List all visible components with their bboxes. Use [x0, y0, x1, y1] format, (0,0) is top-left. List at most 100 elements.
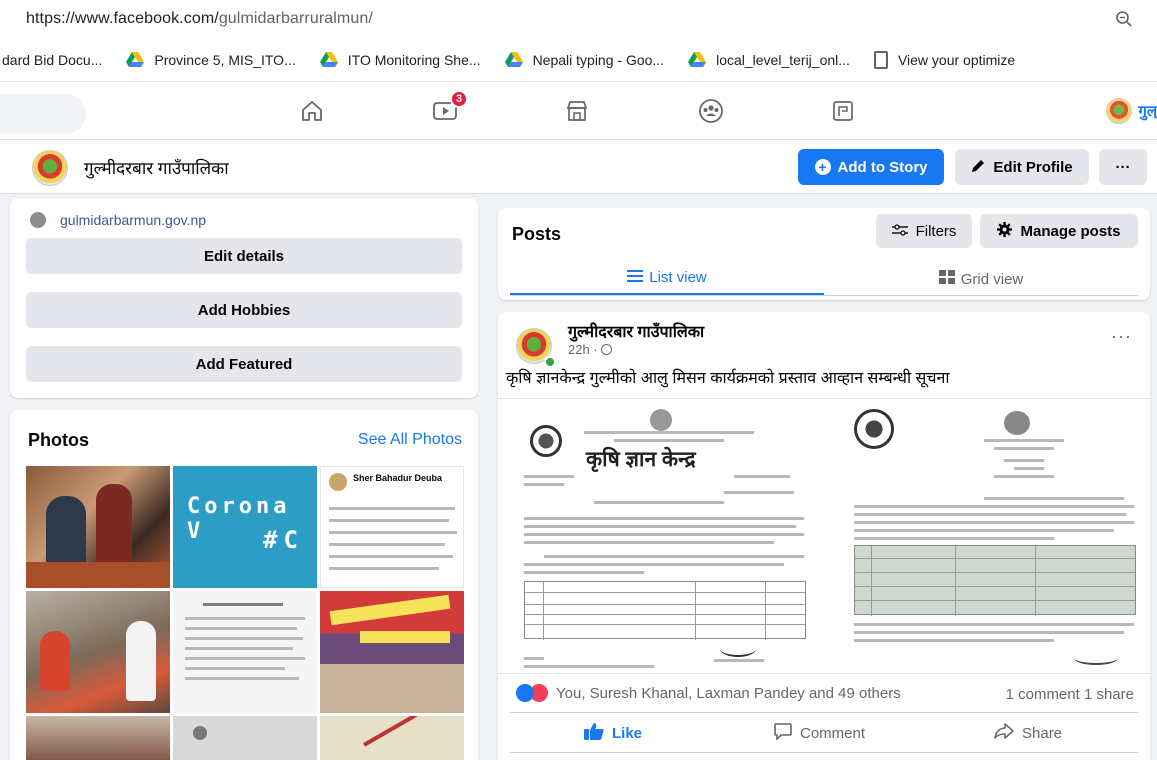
document-icon	[873, 50, 888, 69]
share-button[interactable]: Share	[994, 722, 1062, 744]
photo-thumbnail[interactable]	[26, 466, 170, 588]
reactions-summary[interactable]: You, Suresh Khanal, Laxman Pandey and 49…	[516, 684, 901, 702]
photos-title: Photos	[28, 430, 89, 450]
bookmark-item[interactable]: Province 5, MIS_ITO...	[126, 51, 296, 68]
like-label: Like	[612, 724, 643, 742]
filter-sliders-icon	[891, 223, 908, 240]
photo-thumbnail[interactable]: Corona V #C	[173, 466, 317, 588]
url-path: gulmidarbarruralmun/	[218, 10, 373, 27]
post-card: गुल्मीदरबार गाउँपालिका 22h · ··· कृषि ज्…	[498, 312, 1150, 760]
more-dots-icon: ···	[1115, 158, 1131, 176]
photo-thumbnail[interactable]	[320, 716, 464, 760]
bookmark-label: View your optimize	[897, 51, 1016, 68]
photo-thumbnail[interactable]	[320, 591, 464, 713]
home-icon[interactable]	[297, 96, 327, 126]
website-text: gulmidarbarmun.gov.np	[60, 212, 207, 228]
url-domain: https://www.facebook.com/	[26, 10, 219, 27]
google-drive-icon	[688, 51, 707, 68]
photo-thumbnail[interactable]	[26, 591, 170, 713]
pencil-icon	[971, 158, 986, 177]
share-arrow-icon	[994, 723, 1014, 743]
url-text[interactable]: https://www.facebook.com/gulmidarbarrura…	[26, 10, 373, 28]
bookmark-label: dard Bid Docu...	[2, 51, 103, 68]
bookmark-item[interactable]: local_level_terij_onl...	[688, 51, 850, 68]
divider	[510, 295, 1138, 296]
photo-thumbnail[interactable]	[173, 591, 317, 713]
photo-thumbnail[interactable]: Sher Bahadur Deuba	[320, 466, 464, 588]
like-button[interactable]: Like	[584, 722, 642, 744]
add-to-story-button[interactable]: + Add to Story	[798, 149, 944, 185]
globe-icon	[601, 344, 613, 355]
photo-thumbnail[interactable]	[173, 716, 317, 760]
page-header-bar: गुल्मीदरबार गाउँपालिका + Add to Story Ed…	[0, 140, 1157, 194]
posts-filter-card: Posts Filters Manage posts List view Gri…	[498, 208, 1150, 300]
filters-button[interactable]: Filters	[876, 214, 972, 248]
more-options-button[interactable]: ···	[1099, 149, 1147, 185]
divider	[510, 752, 1138, 753]
website-link[interactable]: gulmidarbarmun.gov.np	[30, 212, 206, 228]
notice-document-right	[854, 405, 1142, 669]
like-reaction-icon	[516, 684, 534, 702]
manage-posts-label: Manage posts	[1020, 222, 1121, 240]
bookmark-label: ITO Monitoring She...	[347, 51, 481, 68]
watch-video-icon[interactable]: 3	[430, 90, 468, 126]
google-drive-icon	[504, 51, 523, 68]
add-featured-button[interactable]: Add Featured	[26, 346, 462, 382]
tab-grid-view[interactable]: Grid view	[824, 262, 1138, 296]
document-heading: कृषि ज्ञान केन्द्र	[586, 448, 696, 471]
grid-icon	[938, 270, 955, 288]
post-caption: कृषि ज्ञानकेन्द्र गुल्मीको आलु मिसन कार्…	[506, 370, 950, 387]
bookmark-label: local_level_terij_onl...	[716, 51, 850, 68]
bookmarks-bar: dard Bid Docu... Province 5, MIS_ITO... …	[0, 38, 1157, 82]
profile-avatar	[1106, 98, 1133, 124]
photo-thumbnail[interactable]	[26, 716, 170, 760]
view-tabs: List view Grid view	[510, 262, 1138, 296]
bookmark-label: Province 5, MIS_ITO...	[154, 51, 296, 68]
edit-profile-label: Edit Profile	[993, 158, 1073, 176]
plus-icon: +	[814, 159, 831, 175]
gear-icon	[997, 221, 1013, 241]
post-author-name[interactable]: गुल्मीदरबार गाउँपालिका	[568, 320, 704, 342]
profile-shortcut[interactable]: गुल्	[1106, 98, 1157, 124]
address-bar[interactable]: https://www.facebook.com/gulmidarbarrura…	[0, 0, 1157, 38]
see-all-photos-link[interactable]: See All Photos	[358, 431, 462, 449]
bookmark-item[interactable]: Nepali typing - Goo...	[504, 51, 665, 68]
bookmark-item[interactable]: dard Bid Docu...	[2, 52, 102, 68]
divider	[510, 712, 1138, 713]
notice-document-left: कृषि ज्ञान केन्द्र	[524, 405, 810, 669]
thumbnail-text: #C	[263, 526, 304, 554]
google-drive-icon	[319, 51, 338, 68]
post-more-options-icon[interactable]: ···	[1111, 326, 1132, 347]
page-logo[interactable]	[32, 150, 68, 186]
post-timestamp[interactable]: 22h ·	[568, 342, 613, 357]
post-image[interactable]: कृषि ज्ञान केन्द्र	[498, 398, 1150, 674]
profile-shortcut-label: गुल्	[1138, 103, 1157, 120]
reactions-text: You, Suresh Khanal, Laxman Pandey and 49…	[556, 684, 901, 702]
zoom-icon[interactable]	[1115, 10, 1133, 33]
grid-view-label: Grid view	[960, 270, 1024, 288]
engagement-stats[interactable]: 1 comment 1 share	[1006, 686, 1134, 703]
pages-icon[interactable]	[828, 96, 858, 126]
tab-list-view[interactable]: List view	[510, 262, 824, 296]
groups-icon[interactable]	[696, 96, 726, 126]
marketplace-icon[interactable]	[562, 96, 592, 126]
comment-button[interactable]: Comment	[774, 722, 865, 744]
bookmark-item[interactable]: ITO Monitoring She...	[319, 51, 481, 68]
thumbs-up-icon	[584, 722, 604, 744]
edit-profile-button[interactable]: Edit Profile	[955, 149, 1089, 185]
bookmark-label: Nepali typing - Goo...	[532, 51, 665, 68]
edit-details-button[interactable]: Edit details	[26, 238, 462, 274]
globe-icon	[30, 212, 46, 228]
post-time-text: 22h ·	[568, 342, 598, 357]
comment-bubble-icon	[774, 722, 792, 744]
comment-label: Comment	[800, 724, 866, 742]
thumbnail-author: Sher Bahadur Deuba	[353, 473, 443, 483]
manage-posts-button[interactable]: Manage posts	[980, 214, 1138, 248]
search-input[interactable]	[0, 94, 86, 134]
filters-label: Filters	[915, 222, 957, 240]
notification-badge: 3	[450, 90, 468, 108]
bookmark-item[interactable]: View your optimize	[873, 50, 1016, 69]
add-hobbies-button[interactable]: Add Hobbies	[26, 292, 462, 328]
list-icon	[627, 269, 644, 286]
add-to-story-label: Add to Story	[837, 158, 928, 176]
